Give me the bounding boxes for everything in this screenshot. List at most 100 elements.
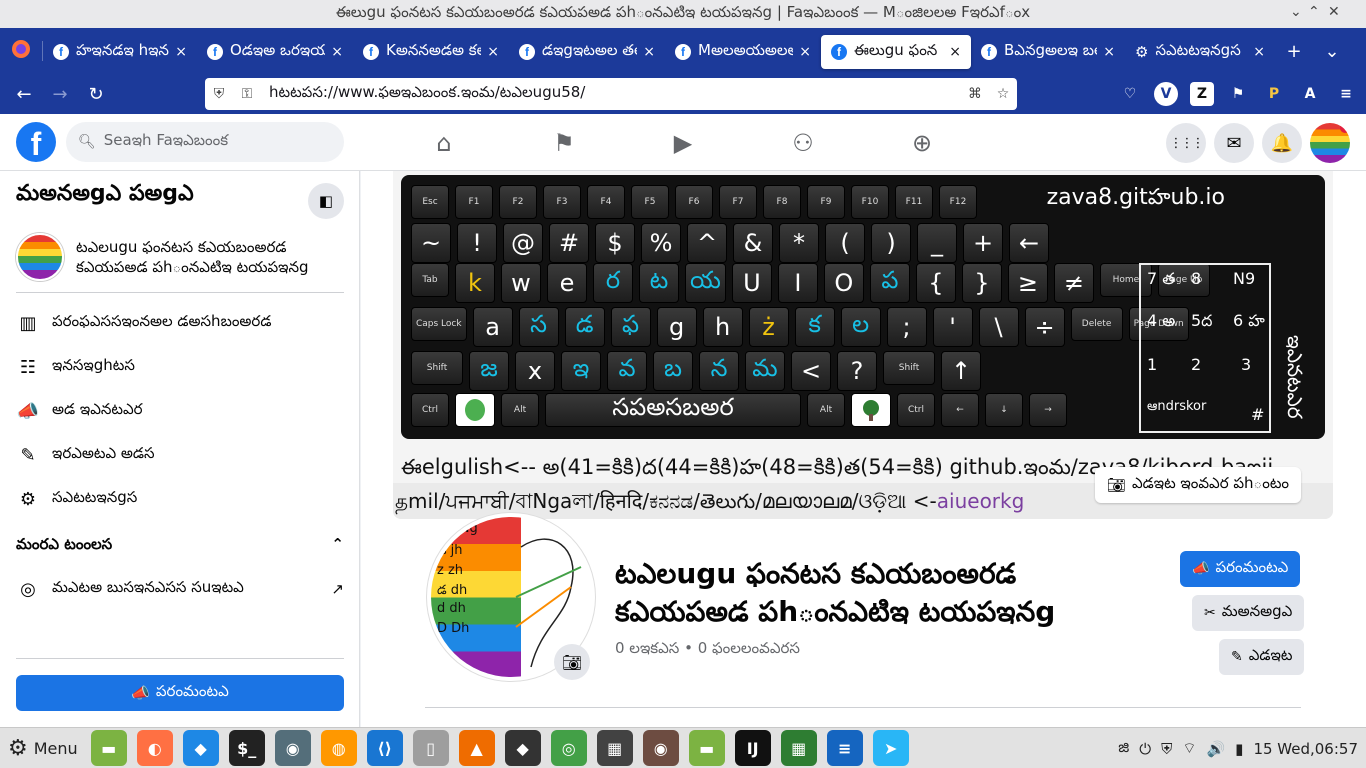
bookmark-star-icon[interactable]: ☆ — [989, 86, 1017, 102]
tab-close-icon[interactable]: × — [799, 44, 811, 60]
pages-flag-icon[interactable]: ⚑ — [549, 128, 579, 158]
pocket-icon[interactable]: ♡ — [1118, 82, 1142, 106]
intellij-app-icon[interactable]: IJ — [734, 730, 771, 766]
sidebar-item-settings[interactable]: ⚙ సఎటటఇనgస — [16, 479, 344, 519]
tab-close-icon[interactable]: × — [487, 44, 499, 60]
folder-app-icon[interactable]: ▬ — [688, 730, 725, 766]
tab-malayalam[interactable]: f Mఅలఅయఅలఅ × — [665, 35, 821, 69]
app-menu-button[interactable]: ≡ — [1334, 82, 1358, 106]
messenger-icon[interactable]: ✉ — [1214, 123, 1254, 163]
shield-icon[interactable]: ⛨ — [1161, 740, 1172, 758]
notifications-bell-icon[interactable]: 🔔 — [1262, 123, 1302, 163]
gaming-icon[interactable]: ⊕ — [907, 128, 937, 158]
sidebar-item-create-ads[interactable]: ✎ ఇరఎఅటఎ అడస — [16, 435, 344, 475]
sidebar-item-meta-business-suite[interactable]: ◎ మఎటఅ బుసఇనఎసస సuఇటఎ ↗ — [16, 569, 344, 609]
terminal-app-icon[interactable]: $_ — [228, 730, 265, 766]
tab-settings[interactable]: ⚙ సఎటటఇనgస × — [1125, 35, 1275, 69]
clapper-app-icon[interactable]: ▦ — [596, 730, 633, 766]
z-extension-icon[interactable]: Z — [1190, 82, 1214, 106]
start-menu-button[interactable]: ⚙ Menu — [0, 736, 86, 761]
p-extension-icon[interactable]: P — [1262, 82, 1286, 106]
obs-app-icon[interactable]: ◉ — [642, 730, 679, 766]
url-text[interactable]: hటటపస://www.ఫఅఇఎబంంక.ఇంమ/టఎలugu58/ — [261, 83, 961, 105]
edit-cover-label: ఎడఇట ఇంవఎర పhంటం — [1131, 474, 1289, 492]
list-all-tabs-button[interactable]: ⌄ — [1313, 41, 1351, 62]
apps-menu-icon[interactable]: ⋮⋮⋮ — [1166, 123, 1206, 163]
back-button[interactable]: ← — [6, 84, 42, 105]
swirl-app-icon[interactable]: ◍ — [320, 730, 357, 766]
tab-close-icon[interactable]: × — [949, 44, 961, 60]
facebook-search-input[interactable]: 🔍︎ Seaఇh Faఇఎబంంక — [66, 122, 344, 162]
keyboard-key: U — [731, 263, 772, 303]
page-likes-followers[interactable]: 0 లఇకఎస • 0 ఫంలలంవఎరస — [615, 639, 800, 661]
kde-app-icon[interactable]: ◆ — [182, 730, 219, 766]
firefox-icon[interactable] — [0, 39, 42, 64]
tab-close-icon[interactable]: × — [1253, 44, 1265, 60]
tab-telugu-active[interactable]: f ఈలుgu ఫంన × — [821, 35, 971, 69]
tab-close-icon[interactable]: × — [1103, 44, 1115, 60]
keyboard-key: F10 — [851, 185, 889, 219]
lock-icon[interactable]: ⚿ — [233, 86, 261, 102]
more-tools-section[interactable]: మంరఎ టంంలస ⌃ — [16, 535, 344, 557]
search-placeholder: Seaఇh Faఇఎబంంక — [103, 131, 229, 149]
promote-button[interactable]: 📣 పరంమంటఎ — [1180, 551, 1301, 587]
cover-photo[interactable]: zava8.gitహub.io Esc F1 F2 F3 F4 F5 F6 F7 F8 F9 F10… — [393, 171, 1333, 519]
sidebar-promote-button[interactable]: 📣 పరంమంటఎ — [16, 675, 344, 711]
shield-icon[interactable]: ⛨ — [205, 86, 233, 102]
close-window-button[interactable]: ✕ — [1328, 4, 1340, 20]
chrome-app-icon[interactable]: ◎ — [550, 730, 587, 766]
tab-odia[interactable]: f Oడఇఅ ఒరఇయఅ × — [197, 35, 353, 69]
translate-icon[interactable]: ⌘ — [961, 86, 989, 102]
watch-icon[interactable]: ▶ — [668, 128, 698, 158]
sidebar-item-insights[interactable]: ☷ ఇనసఇghటస — [16, 347, 344, 387]
keyboard-key: ? — [837, 351, 877, 391]
forward-button[interactable]: → — [42, 84, 78, 105]
url-bar[interactable]: ⛨ ⚿ hటటపస://www.ఫఅఇఎబంంక.ఇంమ/టఎలugu58/ ⌘… — [205, 78, 1017, 110]
numpad-key: 1 — [1147, 355, 1158, 374]
flag-extension-icon[interactable]: ⚑ — [1226, 82, 1250, 106]
update-profile-picture-camera-icon[interactable]: 📷︎ — [554, 644, 590, 680]
new-tab-button[interactable]: + — [1275, 41, 1313, 62]
tab-hindi[interactable]: f హఇనడఇ hఇనgఎ × — [43, 35, 197, 69]
tab-close-icon[interactable]: × — [331, 44, 343, 60]
reload-button[interactable]: ↻ — [78, 84, 114, 105]
battery-icon[interactable]: ▮ — [1235, 740, 1243, 758]
phone-app-icon[interactable]: ▯ — [412, 730, 449, 766]
tab-bengali[interactable]: f Bఎనgఅలఇ బఅ × — [971, 35, 1125, 69]
manage-button[interactable]: ✂ మఅనఅgఎ — [1192, 595, 1305, 631]
sidebar-page-switcher[interactable]: టఎలugu ఫంనటస కఎయబంఅరడ కఎయపఅడ పhంనఎటిఇ టయ… — [16, 229, 344, 293]
maximize-button[interactable]: ⌃ — [1308, 4, 1320, 20]
keyboard-key: { — [915, 263, 956, 303]
facebook-logo[interactable]: f — [16, 122, 56, 162]
groups-icon[interactable]: ⚇ — [788, 128, 818, 158]
screenshot-app-icon[interactable]: ◉ — [274, 730, 311, 766]
edit-cover-photo-button[interactable]: 📷︎ ఎడఇట ఇంవఎర పhంటం — [1094, 467, 1301, 503]
vlc-app-icon[interactable]: ▲ — [458, 730, 495, 766]
sidebar-item-dashboard[interactable]: ▥ పరంఫఎససఇంనఅల డఅసhబంఅరడ — [16, 303, 344, 343]
sidebar-item-ad-center[interactable]: 📣 అడ ఇఎనటఎర — [16, 391, 344, 431]
edit-button[interactable]: ✎ ఎడఇట — [1219, 639, 1305, 675]
translate-extension-icon[interactable]: A — [1298, 82, 1322, 106]
tab-close-icon[interactable]: × — [643, 44, 655, 60]
account-avatar[interactable] — [1310, 123, 1350, 163]
tab-digital[interactable]: f డఇgఇటఅల తఅ × — [509, 35, 665, 69]
clock[interactable]: 15 Wed,06:57 — [1253, 740, 1358, 758]
power-icon[interactable]: ⏻ — [1139, 740, 1151, 758]
collapse-sidebar-icon[interactable]: ◧ — [308, 183, 344, 219]
firefox-app-icon[interactable]: ◐ — [136, 730, 173, 766]
inkscape-app-icon[interactable]: ◆ — [504, 730, 541, 766]
profile-text-line: డ dh — [437, 583, 468, 598]
tab-close-icon[interactable]: × — [175, 44, 187, 60]
vscode-app-icon[interactable]: ⟨⟩ — [366, 730, 403, 766]
keyboard-language-indicator[interactable]: జి — [1118, 738, 1129, 760]
volume-icon[interactable]: 🔊 — [1206, 740, 1225, 758]
tab-kannada[interactable]: f Kఅననఅడఅ కఅ × — [353, 35, 509, 69]
calc-app-icon[interactable]: ▦ — [780, 730, 817, 766]
vpn-extension-icon[interactable]: V — [1154, 82, 1178, 106]
files-app-icon[interactable]: ▬ — [90, 730, 127, 766]
wifi-icon[interactable]: ⌔ — [1182, 739, 1196, 758]
home-icon[interactable]: ⌂ — [429, 128, 459, 158]
telegram-app-icon[interactable]: ➤ — [872, 730, 909, 766]
minimize-button[interactable]: ⌄ — [1290, 4, 1302, 20]
writer-app-icon[interactable]: ≡ — [826, 730, 863, 766]
